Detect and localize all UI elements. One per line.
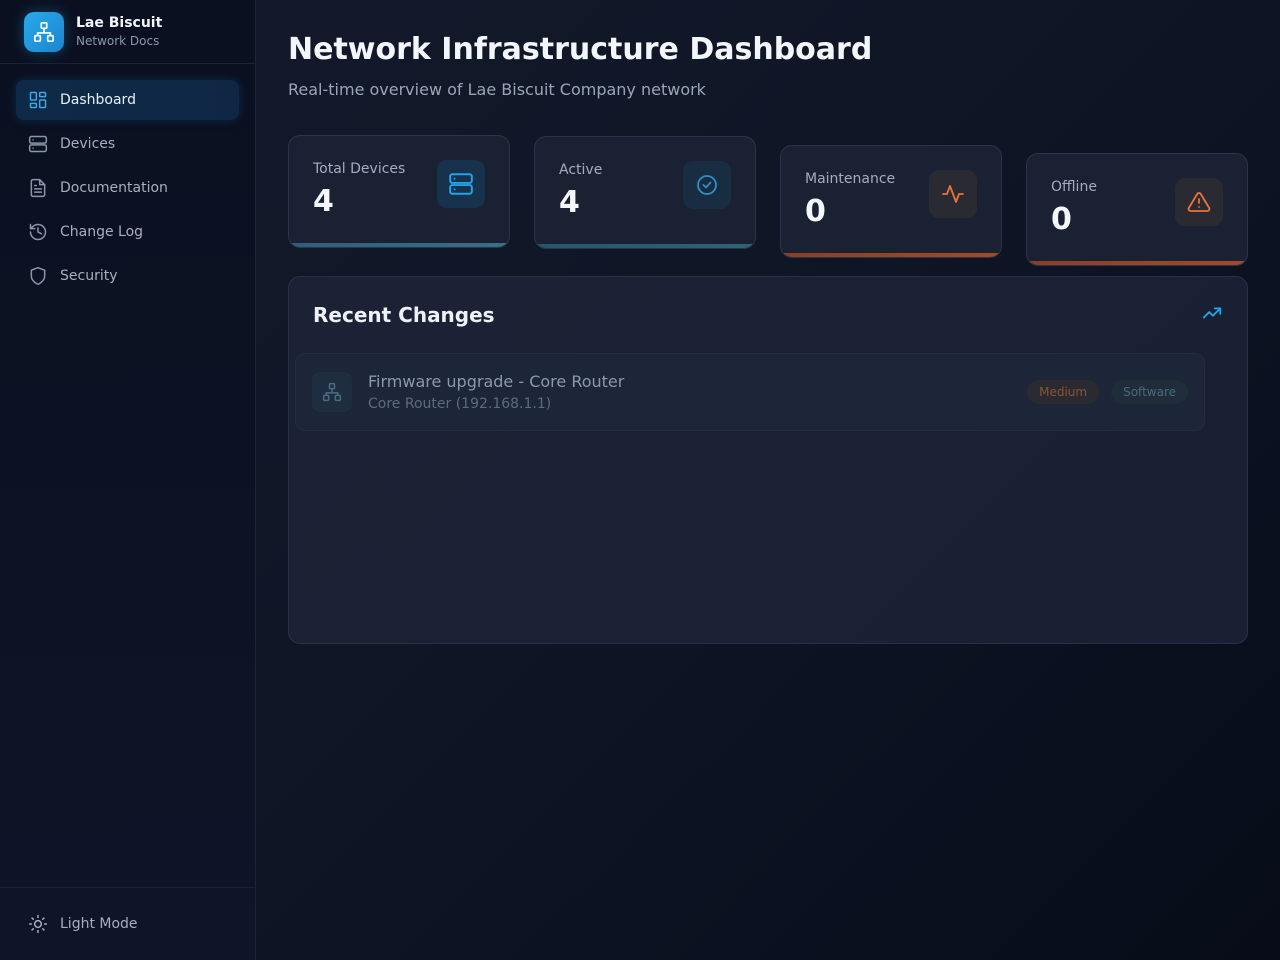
- sidebar-item-change-log[interactable]: Change Log: [16, 212, 239, 252]
- priority-badge: Medium: [1027, 380, 1100, 404]
- sun-icon: [28, 914, 48, 934]
- stat-accent-bar: [535, 244, 755, 248]
- recent-changes-title: Recent Changes: [313, 303, 495, 327]
- page-subtitle: Real-time overview of Lae Biscuit Compan…: [288, 80, 706, 99]
- stat-card-active[interactable]: Active 4: [534, 136, 756, 249]
- network-icon: [24, 11, 64, 52]
- recent-changes-header: Recent Changes: [289, 277, 1247, 353]
- recent-changes-panel: Recent Changes Firmware upgrade - Core R…: [288, 276, 1248, 644]
- shield-icon: [28, 266, 48, 286]
- sidebar-item-label: Devices: [60, 136, 116, 152]
- layout-grid-icon: [28, 90, 48, 110]
- change-badges: Medium Software: [1015, 380, 1188, 404]
- sidebar-footer: Light Mode: [0, 887, 255, 960]
- sidebar-item-label: Documentation: [60, 180, 168, 196]
- alert-triangle-icon: [1175, 178, 1223, 226]
- change-title: Firmware upgrade - Core Router: [368, 371, 625, 391]
- stat-card-offline[interactable]: Offline 0: [1026, 153, 1248, 266]
- sidebar-item-dashboard[interactable]: Dashboard: [16, 80, 239, 120]
- theme-toggle-button[interactable]: Light Mode: [16, 904, 239, 944]
- list-item[interactable]: Firmware upgrade - Core Router Core Rout…: [295, 353, 1205, 431]
- history-icon: [28, 222, 48, 242]
- sidebar-item-devices[interactable]: Devices: [16, 124, 239, 164]
- theme-toggle-label: Light Mode: [60, 916, 138, 932]
- activity-icon: [929, 170, 977, 218]
- page-title: Network Infrastructure Dashboard: [288, 32, 873, 67]
- change-text: Firmware upgrade - Core Router Core Rout…: [368, 372, 624, 413]
- brand[interactable]: Lae Biscuit Network Docs: [0, 0, 255, 64]
- trending-up-icon[interactable]: [1201, 302, 1223, 328]
- check-circle-icon: [683, 161, 731, 209]
- stat-accent-bar: [289, 243, 509, 247]
- brand-text: Lae Biscuit Network Docs: [76, 14, 162, 49]
- sidebar-nav: Dashboard Devices Documentation Change L…: [0, 64, 255, 316]
- sidebar-item-label: Security: [60, 268, 118, 284]
- category-badge: Software: [1111, 380, 1188, 404]
- main-content: Network Infrastructure Dashboard Real-ti…: [288, 0, 1248, 275]
- network-icon: [312, 372, 352, 412]
- stat-accent-bar: [1027, 261, 1247, 265]
- brand-name: Lae Biscuit: [76, 15, 163, 31]
- server-icon: [437, 160, 485, 208]
- brand-subtitle: Network Docs: [76, 34, 160, 48]
- sidebar-item-label: Dashboard: [60, 92, 136, 108]
- stat-accent-bar: [781, 253, 1001, 257]
- stat-card-maintenance[interactable]: Maintenance 0: [780, 145, 1002, 258]
- stats-row: Total Devices 4 Active 4 Maintenance 0 O…: [288, 135, 1248, 275]
- sidebar-item-label: Change Log: [60, 224, 144, 240]
- server-icon: [28, 134, 48, 154]
- sidebar-item-security[interactable]: Security: [16, 256, 239, 296]
- stat-card-total-devices[interactable]: Total Devices 4: [288, 135, 510, 248]
- sidebar-item-documentation[interactable]: Documentation: [16, 168, 239, 208]
- sidebar: Lae Biscuit Network Docs Dashboard Devic…: [0, 0, 256, 960]
- file-text-icon: [28, 178, 48, 198]
- change-device: Core Router (192.168.1.1): [368, 395, 552, 412]
